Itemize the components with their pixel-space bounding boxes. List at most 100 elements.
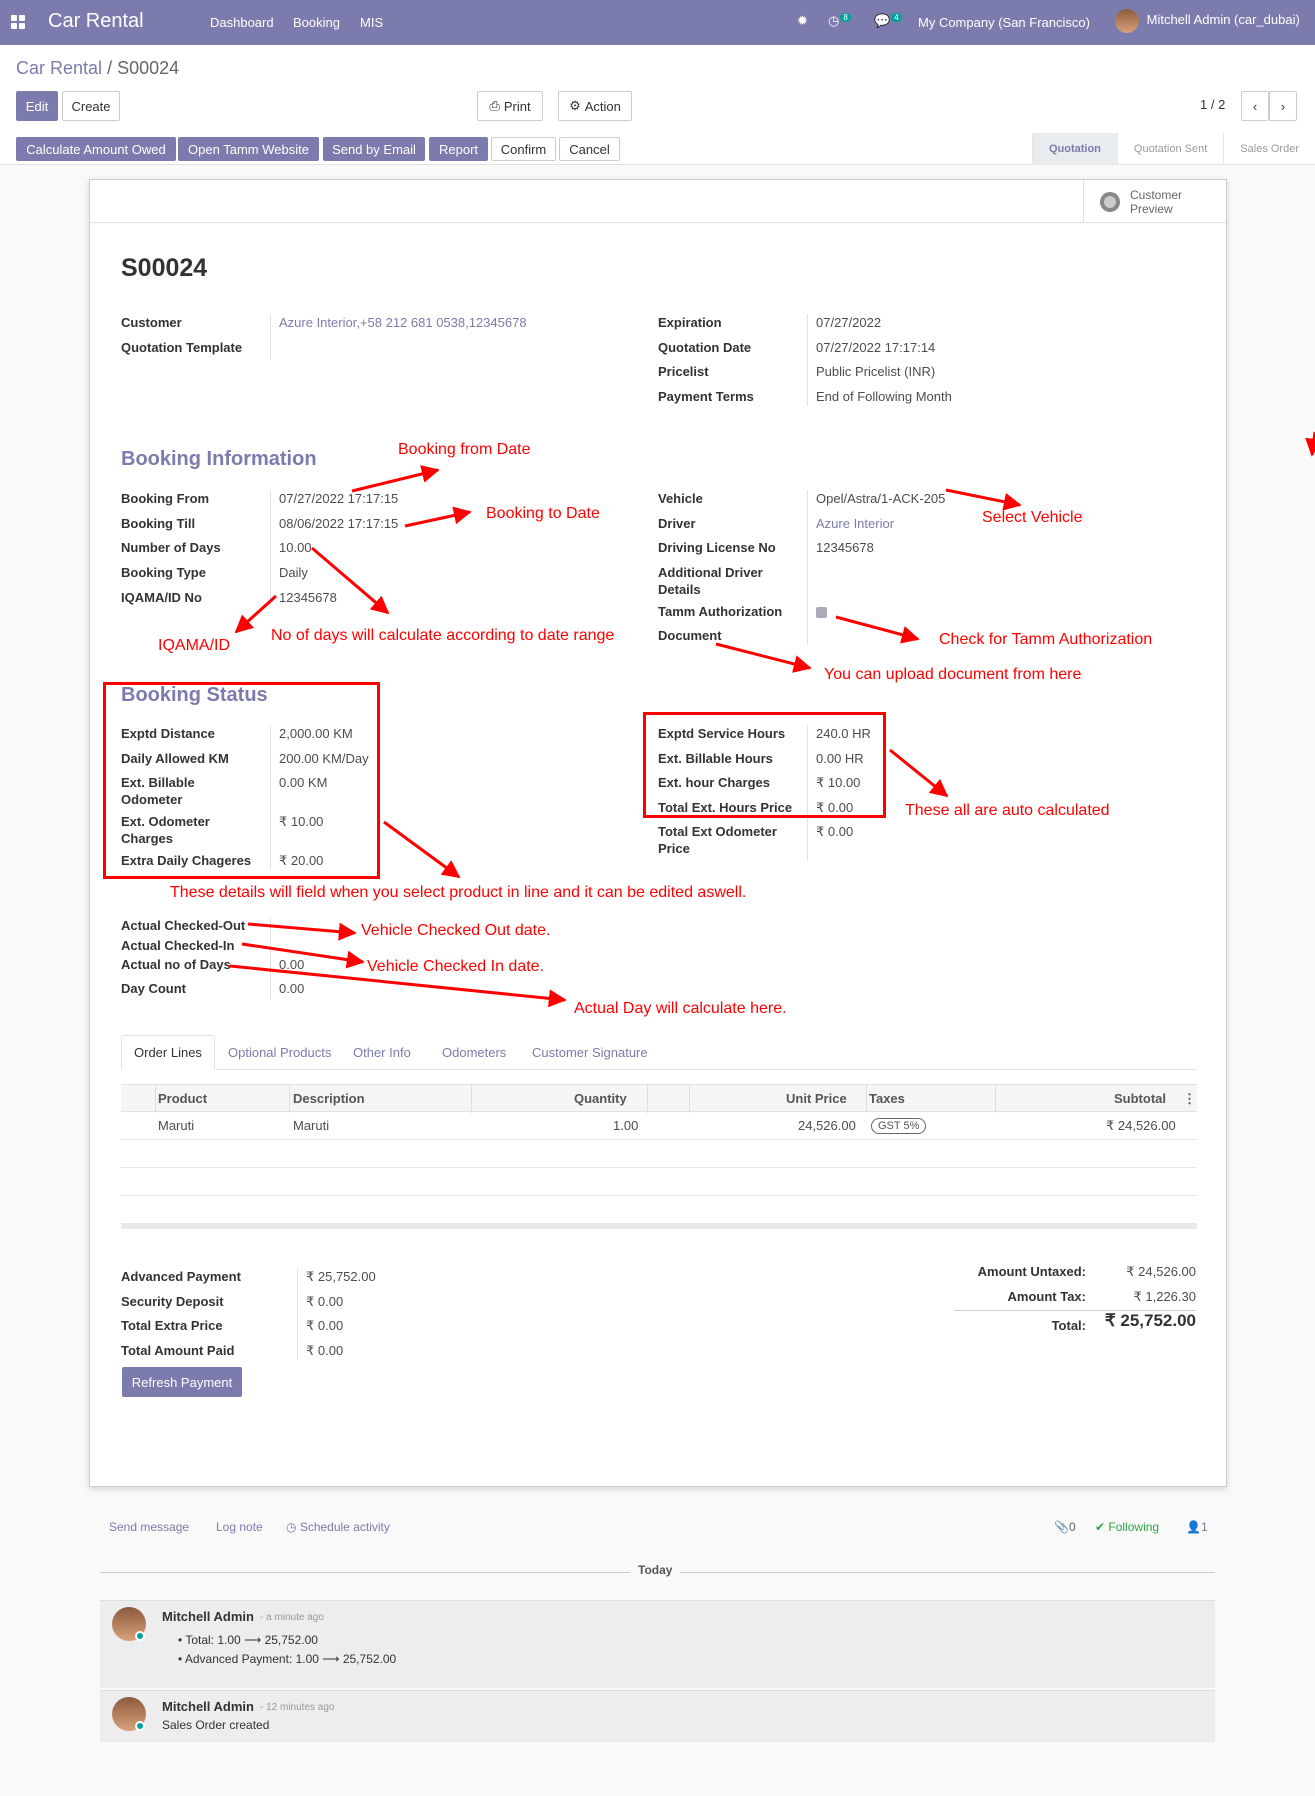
total-extra-price-value[interactable]: ₹ 0.00 [306, 1317, 343, 1334]
menu-dashboard[interactable]: Dashboard [210, 15, 274, 30]
table-row-empty [121, 1168, 1197, 1196]
action-label: Action [584, 98, 621, 114]
day-count-value[interactable]: 0.00 [279, 980, 304, 997]
annotation-booking-from: Booking from Date [398, 441, 531, 458]
iqama-id-value[interactable]: 12345678 [279, 589, 337, 606]
line-description[interactable]: Maruti [293, 1118, 329, 1133]
menu-booking[interactable]: Booking [293, 15, 340, 30]
report-button[interactable]: Report [429, 137, 488, 161]
notebook-tabs: Order Lines Optional Products Other Info… [121, 1035, 1197, 1070]
pager-value[interactable]: 1 / 2 [1200, 97, 1225, 112]
quotation-template-label: Quotation Template [121, 340, 243, 355]
cancel-button[interactable]: Cancel [559, 137, 620, 161]
tab-odometers[interactable]: Odometers [430, 1035, 518, 1070]
additional-driver-label: Additional Driver Details [658, 565, 763, 597]
breadcrumb: Car Rental / S00024 [16, 58, 179, 79]
booking-from-value[interactable]: 07/27/2022 17:17:15 [279, 490, 398, 507]
status-bar: Quotation Quotation Sent Sales Order [1031, 133, 1315, 165]
message-author[interactable]: Mitchell Admin [162, 1609, 254, 1624]
driver-value[interactable]: Azure Interior [816, 515, 894, 532]
followers-button[interactable]: 👤1 [1186, 1520, 1208, 1534]
top-navbar: Car Rental Dashboard Booking MIS ✹ ◷ 8 💬 4… [0, 0, 1315, 45]
create-button[interactable]: Create [62, 91, 120, 121]
control-panel: Car Rental / S00024 Edit Create ⎙ Print ⚙… [0, 45, 1315, 165]
user-menu[interactable]: Mitchell Admin (car_dubai) [1115, 9, 1300, 33]
edit-button[interactable]: Edit [16, 91, 58, 121]
message-badge: 4 [891, 13, 902, 22]
security-deposit-label: Security Deposit [121, 1294, 224, 1309]
line-tax[interactable]: GST 5% [871, 1117, 927, 1134]
booking-type-label: Booking Type [121, 565, 206, 580]
open-tamm-website-button[interactable]: Open Tamm Website [178, 137, 319, 161]
company-switcher[interactable]: My Company (San Francisco) [918, 15, 1090, 30]
booking-till-value[interactable]: 08/06/2022 17:17:15 [279, 515, 398, 532]
actual-no-of-days-value[interactable]: 0.00 [279, 956, 304, 973]
security-deposit-value[interactable]: ₹ 0.00 [306, 1293, 343, 1310]
document-label: Document [658, 628, 722, 643]
calculate-amount-owed-button[interactable]: Calculate Amount Owed [16, 137, 176, 161]
pricelist-value[interactable]: Public Pricelist (INR) [816, 363, 935, 380]
booking-type-value[interactable]: Daily [279, 564, 308, 581]
tamm-authorization-checkbox[interactable] [816, 607, 827, 618]
menu-mis[interactable]: MIS [360, 15, 383, 30]
column-quantity[interactable]: Quantity [574, 1091, 627, 1106]
field-separator [807, 314, 808, 406]
expiration-label: Expiration [658, 315, 722, 330]
check-icon: ✔ [1095, 1520, 1109, 1534]
message-author[interactable]: Mitchell Admin [162, 1699, 254, 1714]
customer-value[interactable]: Azure Interior,+58 212 681 0538,12345678 [279, 314, 527, 331]
schedule-activity-button[interactable]: ◷ Schedule activity [286, 1520, 390, 1534]
quotation-date-value[interactable]: 07/27/2022 17:17:14 [816, 339, 935, 356]
line-unit-price[interactable]: 24,526.00 [798, 1118, 856, 1133]
attachments-button[interactable]: 📎0 [1054, 1520, 1076, 1534]
driving-license-value[interactable]: 12345678 [816, 539, 874, 556]
refresh-payment-button[interactable]: Refresh Payment [122, 1367, 242, 1397]
vehicle-value[interactable]: Opel/Astra/1-ACK-205 [816, 490, 945, 507]
column-description[interactable]: Description [293, 1091, 365, 1106]
stage-quotation-sent[interactable]: Quotation Sent [1116, 133, 1223, 165]
stage-quotation[interactable]: Quotation [1031, 133, 1117, 165]
breadcrumb-parent[interactable]: Car Rental [16, 58, 102, 78]
column-subtotal[interactable]: Subtotal [1114, 1091, 1166, 1106]
column-unit-price[interactable]: Unit Price [786, 1091, 847, 1106]
confirm-button[interactable]: Confirm [491, 137, 556, 161]
expiration-value[interactable]: 07/27/2022 [816, 314, 881, 331]
total-ext-odometer-price-label: Total Ext Odometer Price [658, 824, 777, 856]
schedule-activity-label: Schedule activity [299, 1520, 390, 1534]
pager-previous[interactable]: ‹ [1241, 91, 1269, 121]
log-note-button[interactable]: Log note [216, 1520, 263, 1534]
gear-icon: ⚙ [569, 98, 581, 113]
activity-button[interactable]: ◷ 8 [828, 13, 851, 29]
annotation-checked-in: Vehicle Checked In date. [367, 958, 545, 975]
payment-terms-value[interactable]: End of Following Month [816, 388, 952, 405]
line-quantity[interactable]: 1.00 [613, 1118, 638, 1133]
number-of-days-value[interactable]: 10.00 [279, 539, 312, 556]
field-separator [270, 490, 271, 608]
messages-button[interactable]: 💬 4 [874, 13, 902, 29]
app-title[interactable]: Car Rental [48, 10, 144, 33]
optional-columns-icon[interactable]: ⋮ [1183, 1091, 1196, 1107]
total-ext-odometer-price-value[interactable]: ₹ 0.00 [816, 823, 853, 840]
bug-icon[interactable]: ✹ [797, 13, 808, 29]
following-button[interactable]: ✔ Following [1095, 1520, 1159, 1534]
tab-optional-products[interactable]: Optional Products [216, 1035, 343, 1070]
pager-next[interactable]: › [1269, 91, 1297, 121]
line-product[interactable]: Maruti [158, 1118, 194, 1133]
table-row[interactable]: Maruti Maruti 1.00 24,526.00 GST 5% ₹ 24… [121, 1112, 1197, 1140]
total-amount-paid-value[interactable]: ₹ 0.00 [306, 1342, 343, 1359]
avatar [1115, 9, 1139, 33]
annotation-document: You can upload document from here [824, 666, 1082, 683]
column-taxes[interactable]: Taxes [869, 1091, 905, 1106]
send-message-button[interactable]: Send message [109, 1520, 189, 1534]
action-button[interactable]: ⚙ Action [558, 91, 632, 121]
print-button[interactable]: ⎙ Print [477, 91, 543, 121]
apps-icon[interactable] [11, 15, 25, 29]
tab-other-info[interactable]: Other Info [341, 1035, 423, 1070]
customer-preview-button[interactable]: Customer Preview [1083, 180, 1226, 223]
tab-order-lines[interactable]: Order Lines [121, 1035, 215, 1070]
column-product[interactable]: Product [158, 1091, 207, 1106]
send-by-email-button[interactable]: Send by Email [323, 137, 425, 161]
advanced-payment-value[interactable]: ₹ 25,752.00 [306, 1268, 376, 1285]
tab-customer-signature[interactable]: Customer Signature [520, 1035, 660, 1070]
stage-sales-order[interactable]: Sales Order [1223, 133, 1315, 165]
